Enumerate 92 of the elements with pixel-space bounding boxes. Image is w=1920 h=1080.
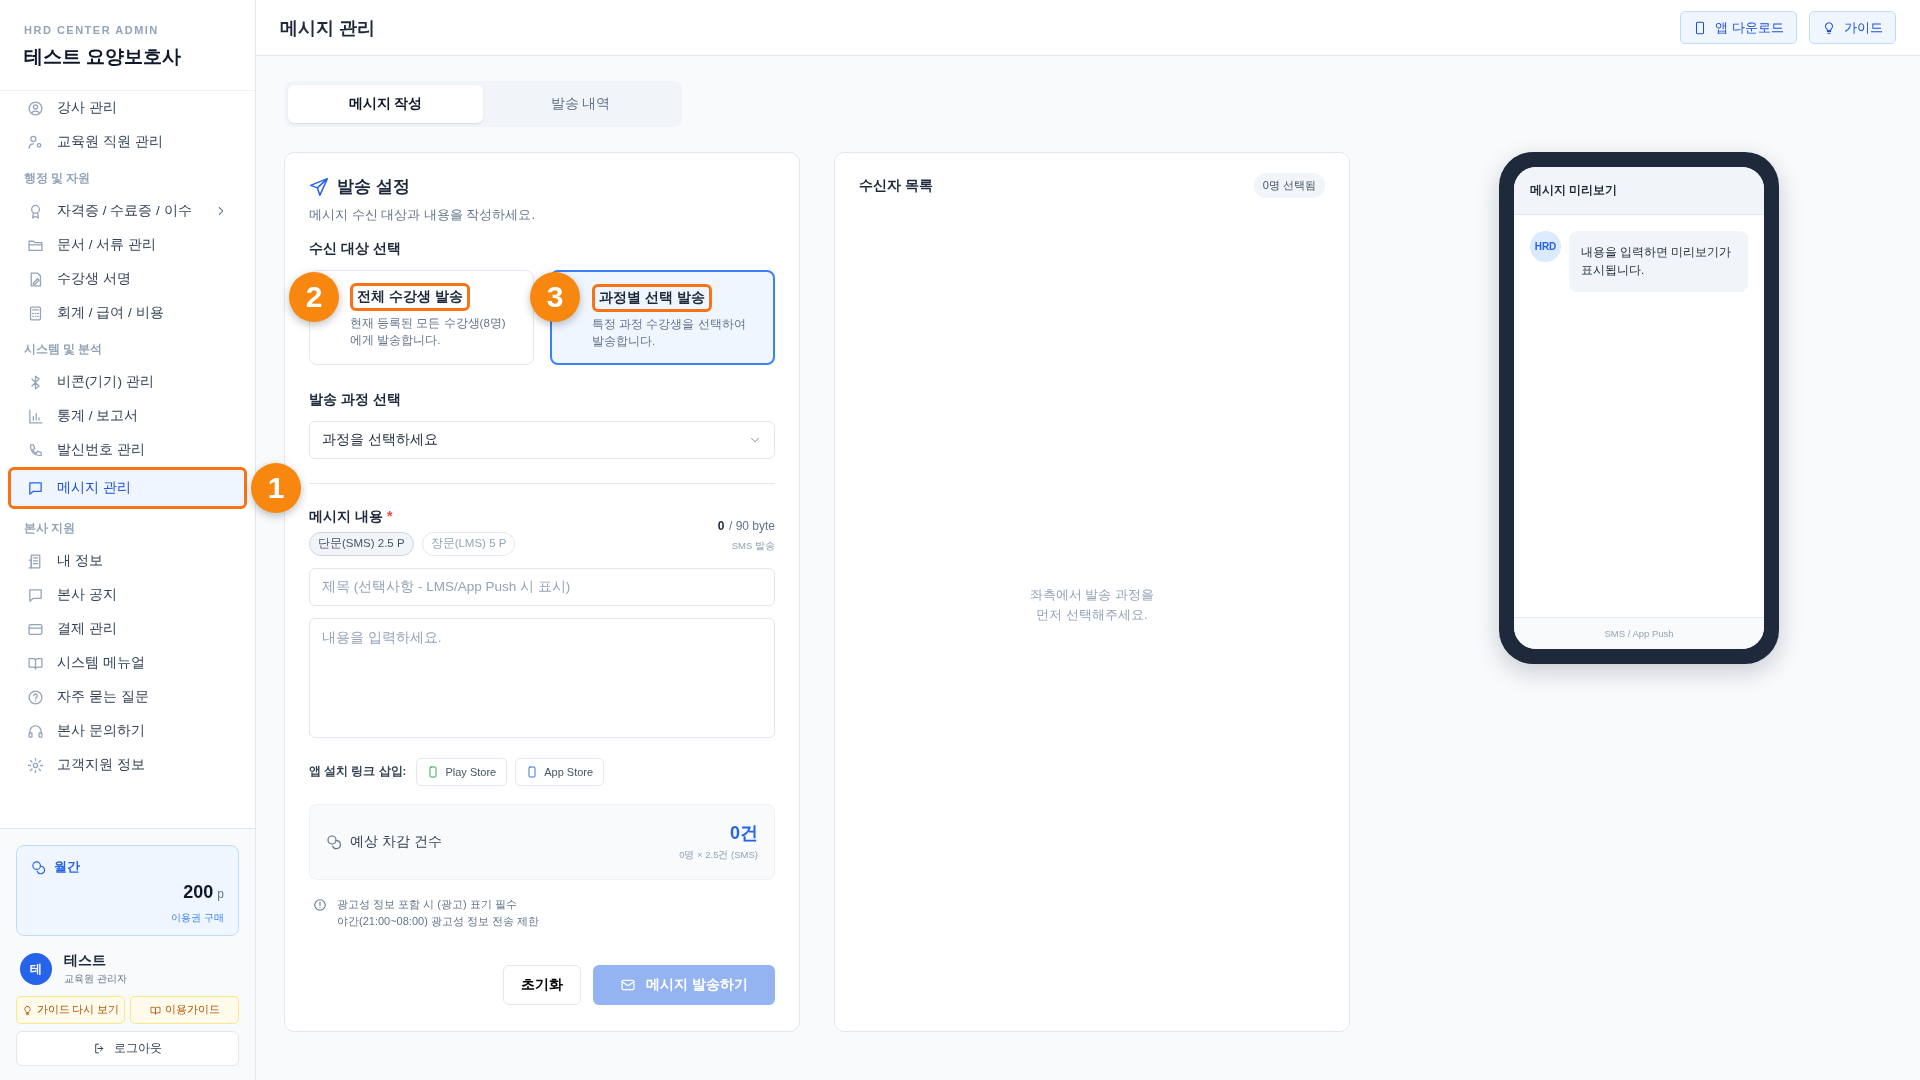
- user-role: 교육원 관리자: [64, 972, 127, 986]
- store-link-button[interactable]: Play Store: [416, 757, 508, 786]
- app-download-button[interactable]: 앱 다운로드: [1680, 11, 1797, 44]
- sidebar-item[interactable]: 시스템 메뉴얼: [8, 646, 247, 680]
- estimate-label: 예상 차감 건수: [350, 832, 442, 851]
- help-icon: [27, 688, 44, 706]
- phone-icon: [27, 441, 44, 459]
- point-balance: 200: [183, 882, 214, 902]
- sidebar-item[interactable]: 본사 공지: [8, 578, 247, 612]
- lightbulb-icon: [21, 1004, 33, 1016]
- book-icon: [149, 1004, 161, 1016]
- sidebar-item[interactable]: 강사 관리: [8, 91, 247, 125]
- sidebar-item[interactable]: 본사 문의하기: [8, 714, 247, 748]
- option-title: 전체 수강생 발송: [350, 283, 470, 311]
- card-subtitle: 메시지 수신 대상과 내용을 작성하세요.: [309, 206, 537, 224]
- sidebar-item[interactable]: 자격증 / 수료증 / 이수: [8, 194, 247, 228]
- selected-count-badge: 0명 선택됨: [1253, 173, 1325, 198]
- nav-section-heading: 행정 및 자원: [23, 171, 92, 186]
- card-title: 발송 설정: [337, 176, 410, 198]
- person-icon: [27, 99, 44, 117]
- step-marker: 1: [251, 463, 301, 513]
- byte-count: 0: [717, 518, 725, 533]
- chat-icon: [27, 479, 44, 497]
- phone-icon: [526, 765, 539, 778]
- sidebar-item[interactable]: 문서 / 서류 관리: [8, 228, 247, 262]
- option-title: 과정별 선택 발송: [592, 284, 712, 312]
- phone-icon: [427, 765, 440, 778]
- staff-icon: [27, 133, 44, 151]
- course-select[interactable]: 과정을 선택하세요: [309, 420, 775, 459]
- chat-icon: [27, 586, 44, 604]
- user-name: 테스트: [64, 952, 107, 970]
- sidebar-item[interactable]: 자주 묻는 질문: [8, 680, 247, 714]
- message-type-chip[interactable]: 단문(SMS) 2.5 P: [309, 531, 414, 556]
- empty-message: 좌측에서 발송 과정을 먼저 선택해주세요.: [1028, 586, 1156, 624]
- sidebar-item[interactable]: 발신번호 관리: [8, 433, 247, 467]
- estimate-value: 0건: [729, 822, 758, 845]
- sidebar-item[interactable]: 고객지원 정보: [8, 748, 247, 782]
- section-label: 수신 대상 선택: [309, 240, 402, 258]
- purchase-link[interactable]: 이용권 구매: [171, 912, 224, 923]
- tab[interactable]: 발송 내역: [483, 85, 678, 123]
- guide-button[interactable]: 이용가이드: [130, 996, 239, 1024]
- preview-title: 메시지 미리보기: [1514, 167, 1764, 215]
- message-bubble: 내용을 입력하면 미리보기가 표시됩니다.: [1569, 231, 1748, 292]
- logout-icon: [93, 1042, 106, 1055]
- sidebar-item[interactable]: 내 정보: [8, 544, 247, 578]
- preview-footer: SMS / App Push: [1514, 617, 1764, 649]
- calc-icon: [27, 304, 44, 322]
- reset-button[interactable]: 초기화: [503, 964, 581, 1005]
- point-unit: p: [217, 887, 224, 901]
- step-marker: 2: [289, 272, 339, 322]
- byte-limit: / 90 byte: [728, 518, 775, 533]
- brand-caption: HRD CENTER ADMIN: [24, 24, 160, 36]
- sidebar-item[interactable]: 교육원 직원 관리: [8, 125, 247, 159]
- brand-title: 테스트 요양보호사: [24, 45, 183, 69]
- send-icon: [309, 176, 329, 197]
- option-description: 현재 등록된 모든 수강생(8명) 에게 발송합니다.: [350, 316, 507, 349]
- section-label: 발송 과정 선택: [309, 390, 402, 409]
- logout-button[interactable]: 로그아웃: [16, 1031, 239, 1066]
- store-link-button[interactable]: App Store: [515, 757, 605, 786]
- link-label: 앱 설치 링크 삽입:: [309, 764, 407, 779]
- info-icon: [313, 897, 327, 912]
- option-description: 특정 과정 수강생을 선택하여 발송합니다.: [592, 317, 747, 350]
- message-field[interactable]: 내용을 입력하세요.: [309, 617, 775, 738]
- notice-text: 광고성 정보 포함 시 (광고) 표기 필수: [337, 896, 518, 912]
- send-mode: SMS 발송: [730, 539, 775, 553]
- section-label: 메시지 내용: [309, 507, 383, 524]
- sidebar-item[interactable]: 회계 / 급여 / 비용: [8, 296, 247, 330]
- sidebar-item[interactable]: 비콘(기기) 관리: [8, 365, 247, 399]
- sender-avatar: HRD: [1530, 231, 1561, 262]
- card-title: 수신자 목록: [859, 176, 933, 195]
- required-asterisk: *: [386, 507, 393, 524]
- coins-icon: [31, 859, 46, 875]
- notice-text: 야간(21:00~08:00) 광고성 정보 전송 제한: [337, 914, 540, 930]
- sidebar-item[interactable]: 통계 / 보고서: [8, 399, 247, 433]
- plan-label: 월간: [54, 858, 80, 876]
- headset-icon: [27, 722, 44, 740]
- coins-icon: [326, 833, 342, 850]
- sidebar-item[interactable]: 수강생 서명: [8, 262, 247, 296]
- tab[interactable]: 메시지 작성: [288, 85, 483, 123]
- nav-section-heading: 시스템 및 분석: [23, 342, 104, 357]
- sidebar-item[interactable]: 결제 관리: [8, 612, 247, 646]
- subject-field[interactable]: 제목 (선택사항 - LMS/App Push 시 표시): [309, 567, 775, 606]
- lightbulb-icon: [1822, 20, 1836, 35]
- chart-icon: [27, 407, 44, 425]
- nav-section-heading: 본사 지원: [23, 521, 77, 536]
- sidebar-item[interactable]: 메시지 관리: [8, 467, 247, 509]
- user-avatar: 테: [20, 953, 52, 985]
- page-title: 메시지 관리: [280, 16, 375, 40]
- guide-button[interactable]: 가이드 다시 보기: [16, 996, 125, 1024]
- guide-button[interactable]: 가이드: [1809, 11, 1896, 44]
- step-marker: 3: [530, 272, 580, 322]
- estimate-formula: 0명 × 2.5건 (SMS): [679, 849, 758, 862]
